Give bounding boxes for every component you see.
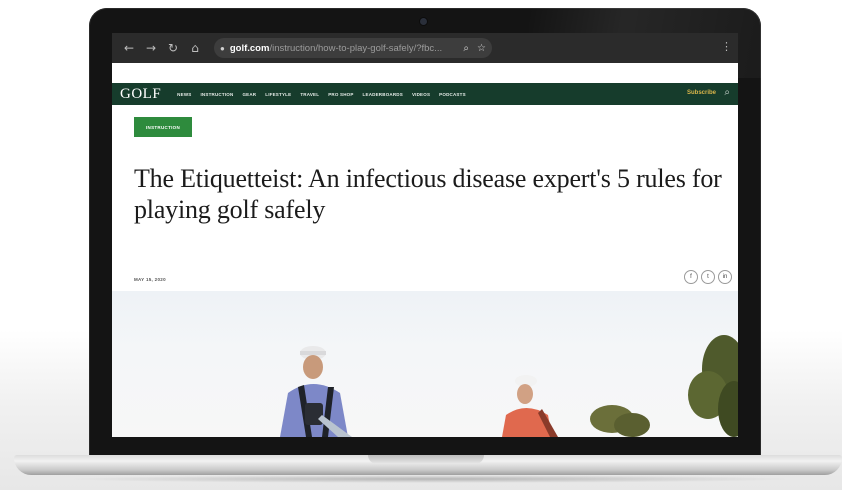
nav-item-pro-shop[interactable]: PRO SHOP <box>328 92 353 97</box>
browser-toolbar: ← → ↻ ⌂ ● golf.com /instruction/how-to-p… <box>112 33 738 63</box>
nav-item-instruction[interactable]: INSTRUCTION <box>200 92 233 97</box>
nav-item-leaderboards[interactable]: LEADERBOARDS <box>363 92 403 97</box>
nav-item-travel[interactable]: TRAVEL <box>300 92 319 97</box>
home-icon[interactable]: ⌂ <box>188 41 202 55</box>
tree-mid <box>590 405 650 437</box>
laptop-notch <box>368 455 484 464</box>
hero-image <box>112 291 738 437</box>
golfer-right <box>502 375 558 437</box>
address-bar[interactable]: ● golf.com /instruction/how-to-play-golf… <box>214 38 492 58</box>
facebook-share-icon[interactable]: f <box>684 270 698 284</box>
page-top-strip <box>112 63 738 83</box>
tree-right <box>688 335 738 437</box>
golfer-left <box>280 346 352 437</box>
article-headline: The Etiquetteist: An infectious disease … <box>134 164 722 224</box>
article-date: MAY 15, 2020 <box>134 277 166 282</box>
linkedin-share-icon[interactable]: in <box>718 270 732 284</box>
nav-item-lifestyle[interactable]: LIFESTYLE <box>265 92 291 97</box>
back-icon[interactable]: ← <box>122 41 136 55</box>
reload-icon[interactable]: ↻ <box>166 41 180 55</box>
site-header: GOLF NEWS INSTRUCTION GEAR LIFESTYLE TRA… <box>112 83 738 105</box>
bookmark-star-icon[interactable]: ☆ <box>477 43 486 54</box>
category-badge[interactable]: INSTRUCTION <box>134 117 192 137</box>
subscribe-link[interactable]: Subscribe <box>687 90 716 96</box>
nav-item-videos[interactable]: VIDEOS <box>412 92 430 97</box>
nav-item-podcasts[interactable]: PODCASTS <box>439 92 466 97</box>
search-icon[interactable]: ⌕ <box>463 43 469 54</box>
laptop-lid: ← → ↻ ⌂ ● golf.com /instruction/how-to-p… <box>89 8 761 460</box>
laptop-shadow <box>60 475 800 483</box>
laptop-screen: ← → ↻ ⌂ ● golf.com /instruction/how-to-p… <box>112 33 738 437</box>
nav-item-news[interactable]: NEWS <box>177 92 191 97</box>
site-logo[interactable]: GOLF <box>120 86 161 103</box>
site-search-icon[interactable]: ⌕ <box>724 87 730 98</box>
forward-icon[interactable]: → <box>144 41 158 55</box>
share-buttons: f t in <box>681 270 732 284</box>
hero-photo-golfers <box>280 335 738 437</box>
browser-menu-icon[interactable]: ⋮ <box>721 40 732 53</box>
url-path: /instruction/how-to-play-golf-safely/?fb… <box>269 42 443 54</box>
url-domain: golf.com <box>229 42 270 54</box>
twitter-share-icon[interactable]: t <box>701 270 715 284</box>
lock-icon: ● <box>220 43 225 53</box>
nav-item-gear[interactable]: GEAR <box>242 92 256 97</box>
webcam <box>420 18 427 25</box>
